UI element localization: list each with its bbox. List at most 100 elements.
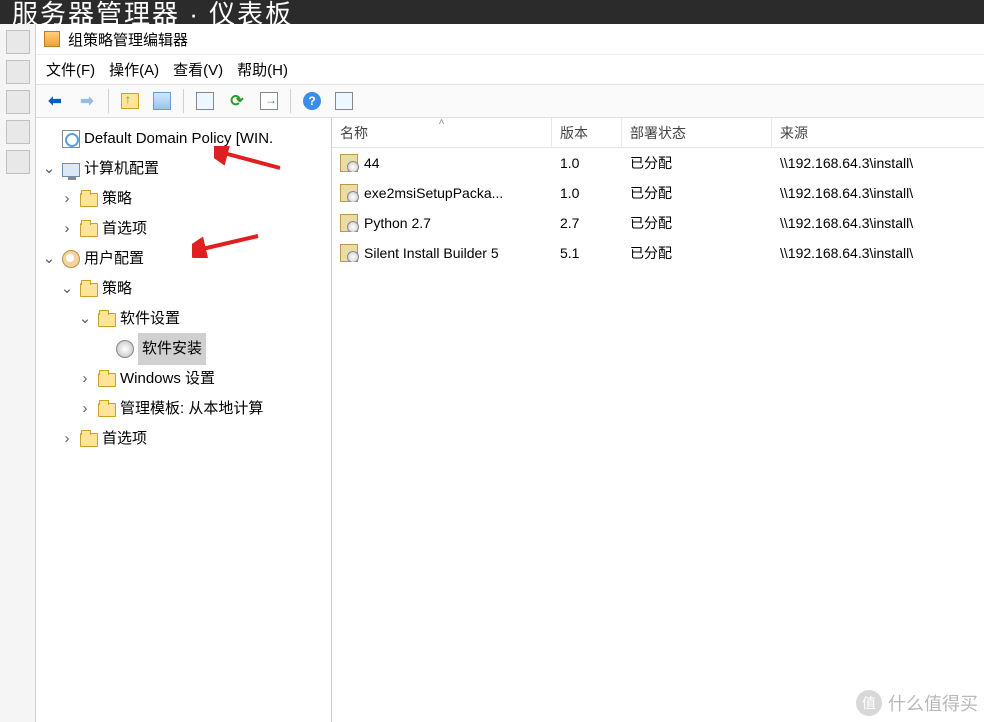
column-name[interactable]: ˄ 名称	[332, 118, 552, 147]
tree-software-install-row[interactable]: 软件安装	[40, 334, 331, 364]
tree-preferences-row[interactable]: › 首选项	[40, 214, 331, 244]
folder-icon	[98, 373, 116, 387]
menubar: 文件(F) 操作(A) 查看(V) 帮助(H)	[36, 54, 984, 84]
toolbar-separator	[290, 89, 291, 113]
arrow-right-icon: ➡	[80, 91, 93, 111]
main-split: Default Domain Policy [WIN. ⌄ 计算机配置 › 策略…	[36, 118, 984, 722]
background-window-title: 服务器管理器 · 仪表板	[12, 0, 293, 24]
gpo-editor-window: 组策略管理编辑器 文件(F) 操作(A) 查看(V) 帮助(H) ⬅ ➡ ⟳ ?…	[36, 24, 984, 722]
tree-policies-label: 策略	[102, 184, 132, 214]
background-window-titlebar: 服务器管理器 · 仪表板	[0, 0, 984, 24]
expand-toggle[interactable]: ›	[58, 214, 76, 244]
cell-name: Silent Install Builder 5	[364, 245, 499, 261]
docked-icon[interactable]	[6, 30, 30, 54]
column-status[interactable]: 部署状态	[622, 118, 772, 147]
cell-name: exe2msiSetupPacka...	[364, 185, 503, 201]
expand-toggle[interactable]: ⌄	[76, 304, 94, 334]
menu-action[interactable]: 操作(A)	[109, 59, 159, 80]
tree-root-row[interactable]: Default Domain Policy [WIN.	[40, 124, 331, 154]
cell-version: 2.7	[552, 215, 622, 231]
expand-toggle[interactable]: ›	[76, 364, 94, 394]
expand-toggle[interactable]: ›	[58, 424, 76, 454]
policy-root-icon	[62, 130, 80, 148]
cell-name: Python 2.7	[364, 215, 431, 231]
expand-toggle[interactable]: ⌄	[58, 274, 76, 304]
sort-indicator-icon: ˄	[439, 118, 445, 128]
cell-status: 已分配	[622, 243, 772, 263]
export-list-button[interactable]	[256, 88, 282, 114]
column-version[interactable]: 版本	[552, 118, 622, 147]
folder-icon	[80, 433, 98, 447]
column-source[interactable]: 来源	[772, 118, 984, 147]
package-icon	[340, 154, 358, 172]
tree-software-settings-row[interactable]: ⌄ 软件设置	[40, 304, 331, 334]
cell-source: \\192.168.64.3\install\	[772, 155, 984, 171]
folder-icon	[98, 313, 116, 327]
docked-icon[interactable]	[6, 120, 30, 144]
cell-name: 44	[364, 155, 380, 171]
tree-user-config-label: 用户配置	[84, 244, 144, 274]
expand-toggle[interactable]: ›	[76, 394, 94, 424]
package-icon	[340, 214, 358, 232]
tree-pane[interactable]: Default Domain Policy [WIN. ⌄ 计算机配置 › 策略…	[36, 118, 332, 722]
tree-computer-config-row[interactable]: ⌄ 计算机配置	[40, 154, 331, 184]
show-hide-tree-button[interactable]	[149, 88, 175, 114]
help-button[interactable]: ?	[299, 88, 325, 114]
tree-policies-row[interactable]: › 策略	[40, 184, 331, 214]
column-source-label: 来源	[780, 123, 808, 143]
menu-help[interactable]: 帮助(H)	[237, 59, 288, 80]
tree-preferences-label: 首选项	[102, 214, 147, 244]
forward-button[interactable]: ➡	[74, 88, 100, 114]
menu-file[interactable]: 文件(F)	[46, 59, 95, 80]
properties-button[interactable]	[192, 88, 218, 114]
docked-icon[interactable]	[6, 150, 30, 174]
tree-software-install-label: 软件安装	[138, 333, 206, 365]
cell-source: \\192.168.64.3\install\	[772, 245, 984, 261]
folder-icon	[80, 193, 98, 207]
tree-user-policies-label: 策略	[102, 274, 132, 304]
tree-user-preferences-row[interactable]: › 首选项	[40, 424, 331, 454]
folder-icon	[98, 403, 116, 417]
list-row[interactable]: Silent Install Builder 5 5.1已分配\\192.168.…	[332, 238, 984, 268]
refresh-icon: ⟳	[230, 91, 243, 111]
list-body: 441.0已分配\\192.168.64.3\install\exe2msiSe…	[332, 148, 984, 722]
computer-icon	[62, 163, 80, 177]
list-pane: ˄ 名称 版本 部署状态 来源 441.0已分配\\192.168.64.3\i…	[332, 118, 984, 722]
app-icon	[44, 31, 60, 47]
folder-icon	[80, 223, 98, 237]
tree-root-label: Default Domain Policy [WIN.	[84, 124, 273, 154]
list-row[interactable]: exe2msiSetupPacka...1.0已分配\\192.168.64.3…	[332, 178, 984, 208]
toolbar-separator	[108, 89, 109, 113]
tree-windows-settings-row[interactable]: › Windows 设置	[40, 364, 331, 394]
docked-icon[interactable]	[6, 90, 30, 114]
window-titlebar: 组策略管理编辑器	[36, 24, 984, 54]
docked-icon[interactable]	[6, 60, 30, 84]
menu-view[interactable]: 查看(V)	[173, 59, 223, 80]
install-icon	[116, 340, 134, 358]
cell-status: 已分配	[622, 153, 772, 173]
tree-windows-settings-label: Windows 设置	[120, 364, 215, 394]
expand-toggle[interactable]: ⌄	[40, 244, 58, 274]
properties-icon	[196, 92, 214, 110]
details-button[interactable]	[331, 88, 357, 114]
list-row[interactable]: 441.0已分配\\192.168.64.3\install\	[332, 148, 984, 178]
tree-user-policies-row[interactable]: ⌄ 策略	[40, 274, 331, 304]
expand-toggle[interactable]: ›	[58, 184, 76, 214]
expand-toggle[interactable]: ⌄	[40, 154, 58, 184]
package-icon	[340, 244, 358, 262]
list-row[interactable]: Python 2.72.7已分配\\192.168.64.3\install\	[332, 208, 984, 238]
tree-user-preferences-label: 首选项	[102, 424, 147, 454]
up-button[interactable]	[117, 88, 143, 114]
left-docked-panel	[0, 24, 36, 722]
back-button[interactable]: ⬅	[42, 88, 68, 114]
tree-user-config-row[interactable]: ⌄ 用户配置	[40, 244, 331, 274]
cell-version: 5.1	[552, 245, 622, 261]
folder-up-icon	[121, 93, 139, 109]
refresh-button[interactable]: ⟳	[224, 88, 250, 114]
user-icon	[62, 250, 80, 268]
column-status-label: 部署状态	[630, 123, 686, 143]
column-version-label: 版本	[560, 123, 588, 143]
tree-admin-templates-row[interactable]: › 管理模板: 从本地计算	[40, 394, 331, 424]
panel-icon	[153, 92, 171, 110]
tree-admin-templates-label: 管理模板: 从本地计算	[120, 394, 263, 424]
